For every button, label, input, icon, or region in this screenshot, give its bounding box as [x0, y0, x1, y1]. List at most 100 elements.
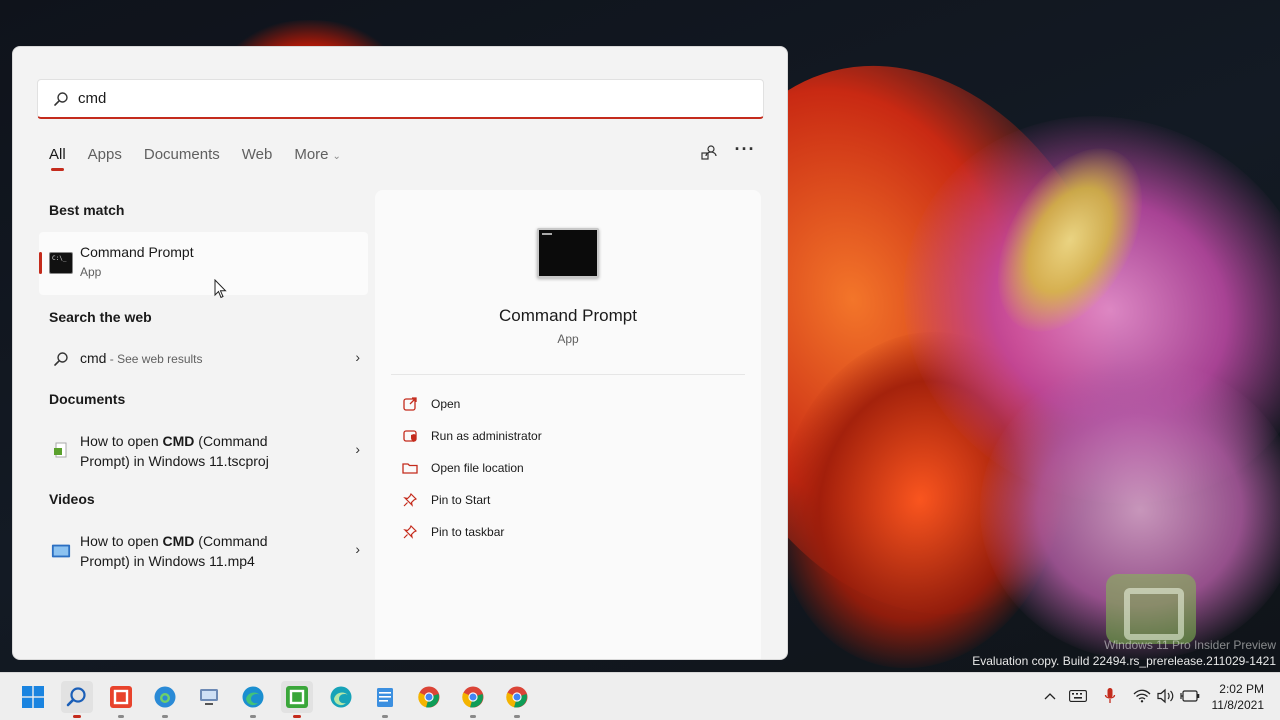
edge-taskbar-icon[interactable] [237, 681, 269, 718]
best-match-result[interactable]: Command Prompt App [39, 232, 368, 295]
document-result-label: How to open CMD (Command Prompt) in Windo… [80, 431, 269, 471]
more-options-icon[interactable]: ··· [733, 137, 757, 161]
chevron-right-icon[interactable]: › [355, 441, 360, 457]
preview-pane: Command Prompt App Open Run as administr… [375, 190, 761, 659]
video-result-prefix: How to open [80, 533, 163, 549]
document-result-line1: (Command [194, 433, 268, 449]
section-best-match: Best match [49, 202, 125, 218]
action-pin-to-taskbar[interactable]: Pin to taskbar [401, 522, 504, 542]
divider [391, 374, 745, 375]
action-open-file-location[interactable]: Open file location [401, 458, 524, 478]
wifi-icon[interactable] [1131, 685, 1153, 707]
taskbar: 2:02 PM 11/8/2021 [0, 672, 1280, 720]
folder-icon [401, 459, 419, 477]
account-switch-icon[interactable] [697, 141, 721, 165]
system-clock[interactable]: 2:02 PM 11/8/2021 [1212, 681, 1265, 713]
video-result-line2: Prompt) in Windows 11.mp4 [80, 553, 255, 569]
search-input[interactable] [78, 90, 678, 107]
mouse-cursor-icon [214, 278, 228, 304]
pin-icon [401, 523, 419, 541]
open-external-icon [401, 395, 419, 413]
search-icon [51, 349, 71, 369]
action-pin-to-start[interactable]: Pin to Start [401, 490, 490, 510]
web-result-suffix: - See web results [106, 352, 203, 366]
chevron-down-icon: ⌄ [332, 151, 341, 162]
action-open-file-location-label: Open file location [431, 461, 524, 475]
section-search-web: Search the web [49, 309, 152, 325]
best-match-name: Command Prompt [80, 244, 194, 260]
chrome-taskbar-icon[interactable] [413, 681, 445, 713]
edge-dev-taskbar-icon[interactable] [325, 681, 357, 713]
running-indicator [162, 715, 168, 718]
camtasia-recorder-taskbar-icon[interactable] [281, 681, 313, 718]
tab-documents[interactable]: Documents [144, 146, 220, 163]
keyboard-icon[interactable] [1067, 685, 1089, 707]
best-match-type: App [80, 265, 102, 279]
selection-indicator [39, 252, 42, 274]
chevron-right-icon[interactable]: › [355, 541, 360, 557]
camtasia-watermark-logo [1106, 574, 1196, 644]
camtasia-taskbar-icon[interactable] [105, 681, 137, 718]
video-result-highlight: CMD [162, 533, 195, 549]
active-indicator [73, 715, 81, 718]
search-icon [66, 687, 86, 707]
tab-apps[interactable]: Apps [88, 146, 122, 163]
edge-beta-taskbar-icon[interactable] [149, 681, 181, 718]
watermark-build: Evaluation copy. Build 22494.rs_prerelea… [972, 654, 1276, 668]
show-hidden-icons-chevron-up-icon[interactable] [1039, 685, 1061, 707]
action-pin-to-taskbar-label: Pin to taskbar [431, 525, 505, 539]
document-result-highlight: CMD [162, 433, 195, 449]
document-result-row[interactable]: How to open CMD (Command Prompt) in Windo… [39, 429, 368, 473]
chrome-profile-taskbar-icon[interactable] [457, 681, 489, 718]
section-documents: Documents [49, 391, 126, 407]
taskbar-search-button[interactable] [61, 681, 93, 718]
shield-admin-icon [401, 427, 419, 445]
microphone-icon[interactable] [1099, 685, 1121, 707]
search-icon [52, 90, 70, 108]
active-indicator [293, 715, 301, 718]
web-result-label: cmd - See web results [80, 348, 203, 369]
clock-time: 2:02 PM [1219, 682, 1264, 696]
preview-title: Command Prompt [499, 306, 637, 325]
chevron-right-icon[interactable]: › [355, 349, 360, 365]
tab-all[interactable]: All [49, 146, 66, 171]
web-result-query: cmd [80, 350, 107, 366]
search-box[interactable] [37, 79, 764, 119]
action-pin-to-start-label: Pin to Start [431, 493, 491, 507]
command-prompt-icon [49, 252, 73, 274]
video-result-row[interactable]: How to open CMD (Command Prompt) in Windo… [39, 529, 368, 573]
running-indicator [514, 715, 520, 718]
tab-web[interactable]: Web [242, 146, 273, 163]
watermark-edition: Windows 11 Pro Insider Preview [1104, 638, 1276, 652]
running-indicator [118, 715, 124, 718]
remote-desktop-taskbar-icon[interactable] [193, 681, 225, 713]
running-indicator [470, 715, 476, 718]
action-open-label: Open [431, 397, 461, 411]
search-panel: All Apps Documents Web More⌄ ··· Best ma… [12, 46, 788, 660]
notepad-taskbar-icon[interactable] [369, 681, 401, 718]
running-indicator [250, 715, 256, 718]
web-result-row[interactable]: cmd - See web results › [39, 347, 368, 371]
preview-subtitle: App [557, 332, 579, 346]
volume-icon[interactable] [1155, 685, 1177, 707]
tab-more-label: More [294, 146, 329, 163]
pin-icon [401, 491, 419, 509]
tscproj-file-icon [51, 441, 71, 461]
windows-logo-icon [22, 686, 44, 708]
video-file-icon [51, 541, 71, 561]
battery-charging-icon[interactable] [1179, 685, 1201, 707]
action-open[interactable]: Open [401, 394, 460, 414]
document-result-line2: Prompt) in Windows 11.tscproj [80, 453, 269, 469]
start-button[interactable] [17, 681, 49, 713]
command-prompt-large-icon [537, 228, 599, 278]
tab-more[interactable]: More ⌄ [294, 146, 341, 163]
action-run-as-admin-label: Run as administrator [431, 429, 542, 443]
video-result-line1: (Command [194, 533, 268, 549]
running-indicator [382, 715, 388, 718]
clock-date: 11/8/2021 [1211, 698, 1265, 712]
video-result-label: How to open CMD (Command Prompt) in Windo… [80, 531, 268, 571]
action-run-as-admin[interactable]: Run as administrator [401, 426, 542, 446]
document-result-prefix: How to open [80, 433, 163, 449]
chrome-profile-2-taskbar-icon[interactable] [501, 681, 533, 718]
section-videos: Videos [49, 491, 95, 507]
